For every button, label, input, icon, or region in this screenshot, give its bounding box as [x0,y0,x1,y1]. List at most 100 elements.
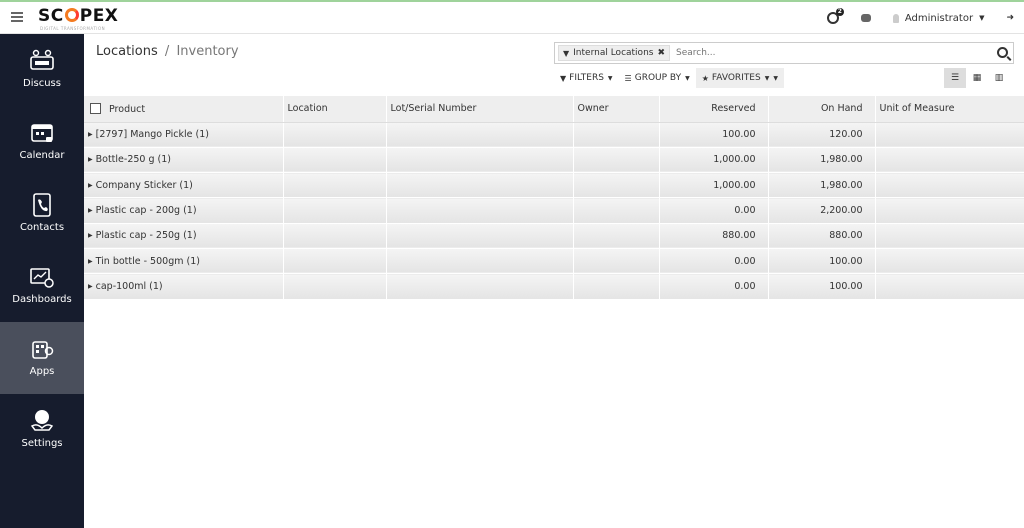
sidebar-item-contacts[interactable]: Contacts [0,178,84,250]
messages-icon[interactable] [860,14,871,22]
graph-view-icon[interactable]: ▥ [988,68,1010,88]
column-header-location[interactable]: Location [283,96,387,123]
group-product-name: [2797] Mango Pickle (1) [95,129,209,141]
search-facet: ▼ Internal Locations ✖ [558,45,671,61]
sidebar-item-label: Apps [29,366,55,377]
list-view-icon[interactable]: ☰ [944,68,966,88]
user-name: Administrator [904,12,974,24]
caret-down-icon: ▼ [685,74,690,82]
search-icon[interactable] [997,47,1008,58]
column-header-product[interactable]: Product [84,96,284,123]
sidebar-item-label: Calendar [19,150,65,161]
sidebar-item-settings[interactable]: Settings [0,394,84,466]
group-product-name: Tin bottle - 500gm (1) [95,255,200,267]
filter-funnel-icon: ▼ [560,73,567,83]
logo-text-left: SC [38,6,64,26]
on-hand-cell: 880.00 [768,223,876,249]
reserved-cell: 0.00 [659,197,769,224]
table-row[interactable]: ▶ Plastic cap - 250g (1) 880.00 880.00 [84,223,1024,249]
table-row[interactable]: ▶ cap-100ml (1) 0.00 100.00 [84,273,1024,300]
on-hand-cell: 100.00 [768,248,876,275]
on-hand-cell: 1,980.00 [768,172,876,199]
caret-down-icon: ▼ [764,74,770,82]
caret-right-icon: ▶ [88,282,93,290]
discuss-icon [30,49,54,70]
sidebar-item-dashboards[interactable]: Dashboards [0,250,84,322]
favorites-label: FAVORITES [711,73,761,83]
reserved-cell: 100.00 [659,122,769,148]
caret-right-icon: ▶ [88,156,93,164]
list-bars-icon: ☰ [624,73,632,83]
activity-badge: 2 [835,8,844,16]
table-row[interactable]: ▶ [2797] Mango Pickle (1) 100.00 120.00 [84,122,1024,148]
table-row[interactable]: ▶ Plastic cap - 200g (1) 0.00 2,200.00 [84,197,1024,224]
settings-icon [30,410,54,431]
topbar-actions: 2 Administrator ▼ ➜ [826,2,1024,34]
sidebar-item-apps[interactable]: Apps [0,322,84,394]
reserved-cell: 1,000.00 [659,147,769,174]
breadcrumb-separator: / [164,44,170,59]
reserved-cell: 880.00 [659,223,769,249]
menu-toggle-icon[interactable] [11,12,23,22]
filter-funnel-icon: ▼ [563,48,570,58]
search-options: ▼ FILTERS ▼ ☰ GROUP BY ▼ ★ FAVORITES ▼ ▼ [554,68,784,88]
sidebar-item-label: Contacts [19,222,65,233]
select-all-checkbox[interactable] [90,102,101,114]
group-product-name: cap-100ml (1) [95,280,163,292]
sidebar-item-discuss[interactable]: Discuss [0,34,84,106]
column-header-lot[interactable]: Lot/Serial Number [386,96,574,123]
view-switcher: ☰ ▦ ▥ [944,68,1010,88]
breadcrumb-parent[interactable]: Locations [96,44,158,59]
facet-label: Internal Locations [573,48,654,58]
sidebar-item-label: Dashboards [12,294,72,305]
filters-dropdown[interactable]: ▼ FILTERS ▼ [554,68,619,88]
on-hand-cell: 100.00 [768,273,876,300]
dashboards-icon [30,268,54,288]
caret-right-icon: ▶ [88,181,93,189]
table-row[interactable]: ▶ Bottle-250 g (1) 1,000.00 1,980.00 [84,147,1024,174]
facet-remove-icon[interactable]: ✖ [657,48,665,58]
chevron-down-icon: ▼ [979,14,985,22]
logout-icon[interactable]: ➜ [1006,13,1014,23]
activity-clock-icon[interactable]: 2 [826,8,844,24]
sidebar-item-label: Discuss [23,78,61,89]
group-product-name: Plastic cap - 200g (1) [95,205,197,217]
user-menu[interactable]: Administrator ▼ [892,12,985,24]
pivot-view-icon[interactable]: ▦ [966,68,988,88]
table-row[interactable]: ▶ Tin bottle - 500gm (1) 0.00 100.00 [84,248,1024,275]
group-product-name: Plastic cap - 250g (1) [95,230,197,242]
sidebar-item-calendar[interactable]: Calendar [0,106,84,178]
caret-right-icon: ▶ [88,131,93,139]
favorites-dropdown[interactable]: ★ FAVORITES ▼ ▼ [695,68,784,88]
top-navbar: SC PEX DIGITAL TRANSFORMATION 2 Administr… [0,2,1024,34]
contacts-icon [33,193,51,217]
logo-o-mark [64,8,79,22]
search-input[interactable] [676,45,1013,61]
caret-down-icon: ▼ [607,74,613,82]
avatar [892,13,899,23]
brand-logo[interactable]: SC PEX [38,6,118,26]
caret-right-icon: ▶ [88,232,93,240]
reserved-cell: 0.00 [659,273,769,300]
column-header-reserved[interactable]: Reserved [659,96,769,123]
group-product-name: Bottle-250 g (1) [95,154,171,166]
column-header-on-hand[interactable]: On Hand [768,96,876,123]
caret-down-icon: ▼ [773,74,778,82]
group-product-name: Company Sticker (1) [95,179,193,191]
on-hand-cell: 120.00 [768,122,876,148]
filters-label: FILTERS [569,73,604,83]
apps-icon [32,341,54,359]
star-icon: ★ [701,73,709,83]
reserved-cell: 1,000.00 [659,172,769,199]
column-header-owner[interactable]: Owner [573,96,660,123]
on-hand-cell: 1,980.00 [768,147,876,174]
caret-right-icon: ▶ [88,257,93,265]
reserved-cell: 0.00 [659,248,769,275]
breadcrumb-current: Inventory [176,44,239,59]
sidebar-item-label: Settings [21,438,63,449]
search-bar: ▼ Internal Locations ✖ [554,42,1014,64]
table-row[interactable]: ▶ Company Sticker (1) 1,000.00 1,980.00 [84,172,1024,199]
groupby-dropdown[interactable]: ☰ GROUP BY ▼ [619,68,696,88]
breadcrumb: Locations / Inventory [96,44,239,59]
column-header-uom[interactable]: Unit of Measure [875,96,1024,123]
